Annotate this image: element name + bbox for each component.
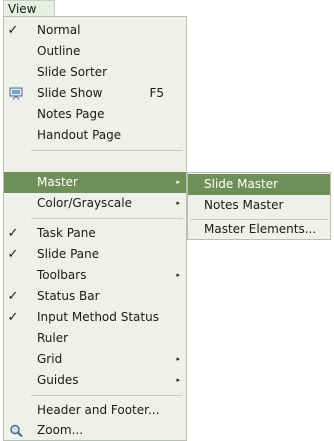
- submenu-arrow-icon: ▸: [176, 271, 180, 279]
- view-menu: ✓ Normal Outline Slide Sorter Slide Show…: [3, 16, 187, 441]
- menu-item-label: Slide Master: [204, 177, 279, 191]
- submenu-item-master-elements[interactable]: Master Elements...: [188, 219, 330, 240]
- menu-item-label: Slide Show: [37, 86, 103, 100]
- accelerator-label: F5: [149, 86, 164, 100]
- submenu-item-slide-master[interactable]: Slide Master: [188, 174, 330, 195]
- menu-item-color-grayscale[interactable]: Color/Grayscale ▸: [4, 193, 186, 214]
- menu-item-label: Notes Page: [37, 107, 105, 121]
- menu-item-guides[interactable]: Guides ▸: [4, 370, 186, 391]
- menu-item-ruler[interactable]: Ruler: [4, 328, 186, 349]
- menu-item-notes-page[interactable]: Notes Page: [4, 104, 186, 125]
- menu-separator: [31, 395, 183, 396]
- menu-item-status-bar[interactable]: ✓ Status Bar: [4, 286, 186, 307]
- menu-item-label: Slide Sorter: [37, 65, 108, 79]
- menu-item-label: Toolbars: [37, 268, 87, 282]
- menu-item-label: Zoom...: [37, 423, 84, 437]
- menu-item-master[interactable]: Master ▸: [4, 172, 186, 193]
- check-icon: ✓: [7, 247, 19, 262]
- menu-item-input-method-status[interactable]: ✓ Input Method Status: [4, 307, 186, 328]
- menu-item-label: Input Method Status: [37, 310, 159, 324]
- menu-item-label: Header and Footer...: [37, 403, 160, 417]
- menu-item-slide-pane[interactable]: ✓ Slide Pane: [4, 244, 186, 265]
- master-submenu: Slide Master Notes Master Master Element…: [187, 172, 331, 240]
- submenu-arrow-icon: ▸: [176, 199, 180, 207]
- submenu-arrow-icon: ▸: [176, 178, 180, 186]
- slideshow-icon: [9, 87, 23, 100]
- menu-bar: View: [0, 0, 334, 16]
- menu-item-label: Master: [37, 175, 78, 189]
- menu-item-label: Ruler: [37, 331, 69, 345]
- menu-separator: [31, 150, 183, 151]
- menu-item-label: Status Bar: [37, 289, 100, 303]
- check-icon: ✓: [7, 23, 19, 38]
- menu-item-grid[interactable]: Grid ▸: [4, 349, 186, 370]
- menu-item-slide-show[interactable]: Slide Show F5: [4, 83, 186, 104]
- menu-item-label: Guides: [37, 373, 79, 387]
- menu-item-outline[interactable]: Outline: [4, 41, 186, 62]
- check-icon: ✓: [7, 226, 19, 241]
- menu-item-label: Outline: [37, 44, 81, 58]
- menu-item-label: Handout Page: [37, 128, 122, 142]
- menu-separator: [31, 218, 183, 219]
- menu-item-label: Color/Grayscale: [37, 196, 132, 210]
- menu-item-handout-page[interactable]: Handout Page: [4, 125, 186, 146]
- view-menu-title[interactable]: View: [3, 0, 55, 16]
- check-icon: ✓: [7, 289, 19, 304]
- submenu-item-notes-master[interactable]: Notes Master: [188, 195, 330, 216]
- submenu-arrow-icon: ▸: [176, 376, 180, 384]
- zoom-icon: [10, 424, 23, 437]
- view-menu-label: View: [8, 2, 37, 16]
- menu-item-label: Task Pane: [37, 226, 96, 240]
- menu-item-toolbars[interactable]: Toolbars ▸: [4, 265, 186, 286]
- menu-item-zoom[interactable]: Zoom...: [4, 420, 186, 441]
- submenu-arrow-icon: ▸: [176, 355, 180, 363]
- menu-item-label: Notes Master: [204, 198, 284, 212]
- menu-item-label: Master Elements...: [204, 222, 317, 236]
- menu-item-label: Normal: [37, 23, 81, 37]
- menu-item-label: Slide Pane: [37, 247, 100, 261]
- menu-item-task-pane[interactable]: ✓ Task Pane: [4, 223, 186, 244]
- menu-item-normal[interactable]: ✓ Normal: [4, 20, 186, 41]
- menu-item-slide-sorter[interactable]: Slide Sorter: [4, 62, 186, 83]
- menu-item-label: Grid: [37, 352, 63, 366]
- check-icon: ✓: [7, 310, 19, 325]
- menu-item-header-and-footer[interactable]: Header and Footer...: [4, 400, 186, 421]
